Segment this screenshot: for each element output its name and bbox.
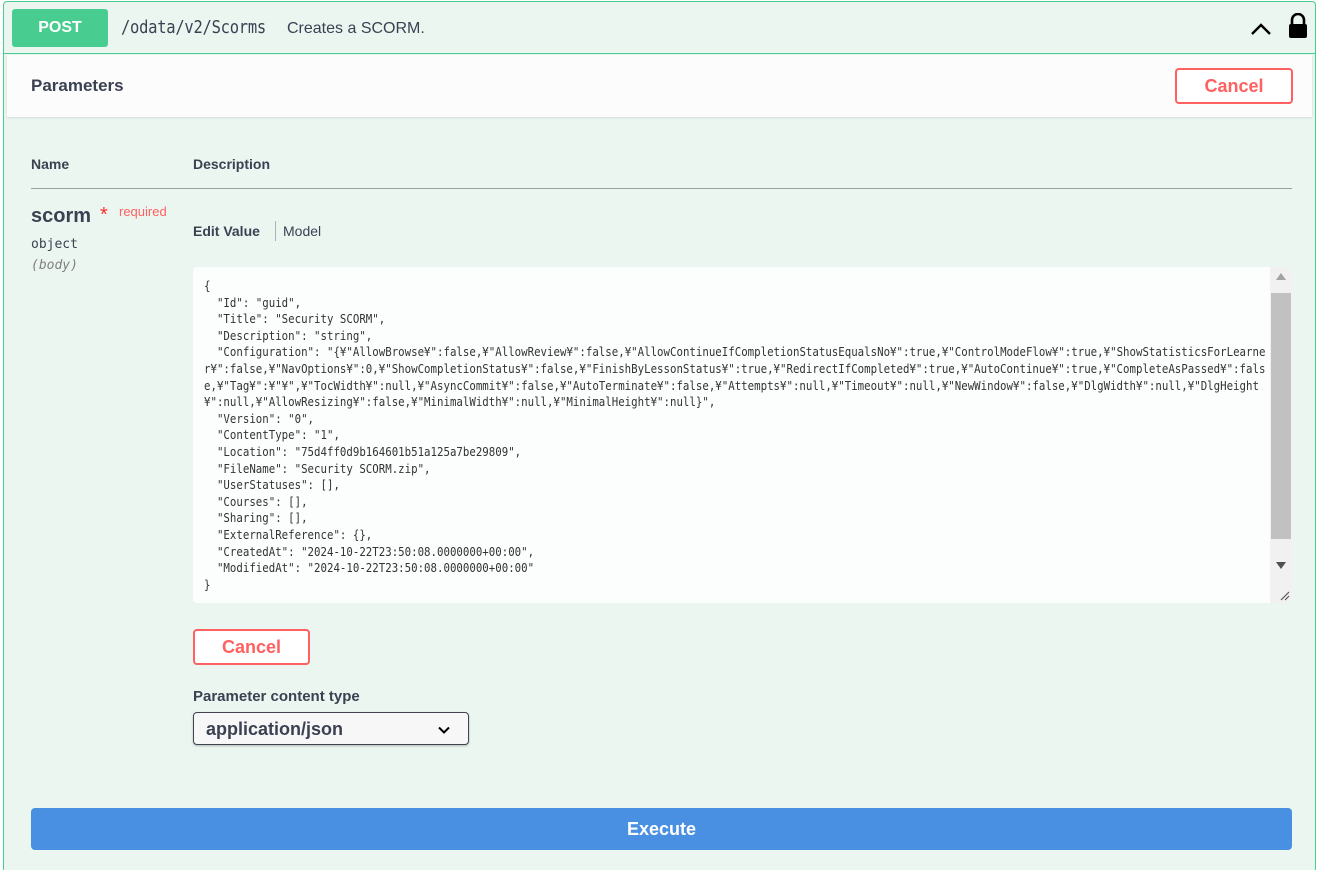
lock-icon[interactable] (1287, 13, 1309, 39)
scroll-thumb[interactable] (1271, 293, 1291, 539)
content-type-label: Parameter content type (193, 688, 360, 705)
body-editor[interactable]: { "Id": "guid", "Title": "Security SCORM… (193, 267, 1292, 603)
operation-block: POST /odata/v2/Scorms Creates a SCORM. P… (3, 1, 1316, 870)
tab-divider (275, 221, 276, 241)
parameters-title: Parameters (31, 76, 124, 95)
method-badge: POST (12, 9, 108, 47)
required-star: * (100, 204, 108, 226)
column-header-description: Description (193, 156, 271, 172)
cancel-try-out-button[interactable]: Cancel (1175, 68, 1293, 104)
body-editor-text[interactable]: { "Id": "guid", "Title": "Security SCORM… (204, 278, 1270, 593)
param-location: (body) (31, 258, 78, 273)
execute-button[interactable]: Execute (31, 808, 1292, 850)
operation-summary-text: Creates a SCORM. (287, 20, 425, 37)
param-name: scorm (31, 205, 92, 227)
resize-grip-icon[interactable] (1278, 589, 1290, 601)
content-type-select[interactable]: application/json (193, 712, 469, 745)
chevron-down-icon (438, 726, 450, 734)
required-label: required (119, 204, 167, 219)
scroll-down-arrow-icon[interactable] (1276, 562, 1286, 569)
param-type: object (31, 237, 78, 252)
header-divider (31, 188, 1292, 189)
tab-model[interactable]: Model (283, 223, 321, 239)
editor-scrollbar[interactable] (1270, 267, 1292, 603)
cancel-button[interactable]: Cancel (193, 629, 310, 665)
operation-path: /odata/v2/Scorms (121, 17, 266, 38)
column-header-name: Name (31, 156, 70, 172)
operation-summary[interactable]: POST /odata/v2/Scorms Creates a SCORM. (4, 2, 1315, 54)
chevron-up-icon[interactable] (1249, 17, 1273, 41)
scroll-up-arrow-icon[interactable] (1276, 273, 1286, 280)
parameters-header: Parameters Cancel (7, 55, 1312, 117)
tab-edit-value[interactable]: Edit Value (193, 223, 260, 239)
content-type-value: application/json (206, 719, 344, 739)
